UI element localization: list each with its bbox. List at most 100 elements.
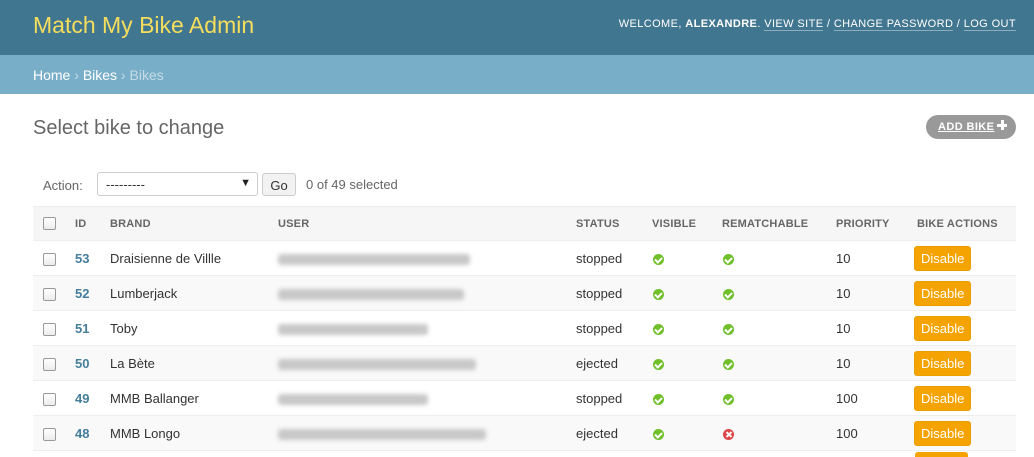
- bike-id-link[interactable]: 53: [75, 251, 89, 266]
- breadcrumb-current: Bikes: [129, 67, 164, 83]
- brand-cell: Draisienne de Villle: [110, 240, 278, 276]
- column-header-visible[interactable]: Visible: [652, 206, 722, 241]
- table-body: 53 Draisienne de Villle stopped 10 Disab…: [33, 240, 1016, 451]
- disable-button[interactable]: Disable: [914, 245, 972, 271]
- view-site-link[interactable]: View site: [764, 18, 824, 31]
- priority-cell: 100: [836, 380, 917, 416]
- breadcrumb-separator: ›: [117, 67, 130, 83]
- bike-actions-cell: Disable: [914, 345, 1016, 381]
- bike-actions-cell: Disable: [914, 240, 1016, 276]
- table-header-row: ID Brand User Status Visible Rematchable…: [33, 206, 1016, 241]
- action-selected-option: ---------: [106, 177, 145, 192]
- yes-icon: [653, 253, 664, 265]
- bike-id-link[interactable]: 48: [75, 426, 89, 441]
- table-row: 52 Lumberjack stopped 10 Disable: [33, 275, 1016, 311]
- row-check-cell: [33, 240, 75, 276]
- bike-id-link[interactable]: 49: [75, 391, 89, 406]
- yes-icon: [653, 393, 664, 405]
- disable-button[interactable]: Disable: [914, 280, 972, 306]
- user-cell: [278, 310, 576, 346]
- bike-actions-cell: Disable: [914, 275, 1016, 311]
- breadcrumb-app[interactable]: Bikes: [83, 67, 117, 83]
- username: alexandre: [685, 18, 758, 30]
- rematchable-cell: [722, 380, 836, 416]
- column-header-priority[interactable]: Priority: [836, 206, 917, 241]
- visible-cell: [652, 275, 722, 311]
- row-checkbox[interactable]: [43, 427, 56, 441]
- yes-icon: [723, 358, 734, 370]
- user-cell: [278, 275, 576, 311]
- rematchable-cell: [722, 415, 836, 451]
- row-check-cell: [33, 310, 75, 346]
- select-all-checkbox[interactable]: [43, 217, 56, 230]
- priority-cell: 10: [836, 345, 917, 381]
- site-title[interactable]: Match My Bike Admin: [33, 12, 254, 39]
- rematchable-cell: [722, 275, 836, 311]
- yes-icon: [723, 393, 734, 405]
- no-icon: [723, 428, 734, 440]
- id-cell: 49: [75, 380, 110, 416]
- column-header-id[interactable]: ID: [75, 206, 110, 241]
- column-header-bike-actions: Bike actions: [917, 206, 1016, 241]
- bike-id-link[interactable]: 52: [75, 286, 89, 301]
- go-button[interactable]: Go: [262, 173, 296, 196]
- header: Match My Bike Admin Welcome, alexandre. …: [0, 0, 1034, 55]
- results-table: ID Brand User Status Visible Rematchable…: [33, 206, 1016, 451]
- column-header-status[interactable]: Status: [576, 206, 652, 241]
- disable-button[interactable]: Disable: [914, 385, 972, 411]
- bike-id-link[interactable]: 50: [75, 356, 89, 371]
- row-checkbox[interactable]: [43, 392, 56, 406]
- yes-icon: [723, 288, 734, 300]
- disable-button[interactable]: Disable: [914, 350, 972, 376]
- column-header-rematchable[interactable]: Rematchable: [722, 206, 836, 241]
- table-row: 53 Draisienne de Villle stopped 10 Disab…: [33, 240, 1016, 276]
- add-bike-button[interactable]: Add bike: [926, 115, 1016, 139]
- user-cell: [278, 240, 576, 276]
- user-cell: [278, 345, 576, 381]
- row-checkbox[interactable]: [43, 322, 56, 336]
- status-cell: ejected: [576, 415, 652, 451]
- redacted-user: [278, 358, 476, 370]
- add-bike-label: Add bike: [938, 121, 995, 133]
- status-cell: stopped: [576, 275, 652, 311]
- brand-cell: Lumberjack: [110, 275, 278, 311]
- bike-id-link[interactable]: 51: [75, 321, 89, 336]
- bike-actions-cell: Disable: [914, 380, 1016, 416]
- rematchable-cell: [722, 310, 836, 346]
- disable-button-partial[interactable]: [915, 452, 968, 457]
- priority-cell: 10: [836, 275, 917, 311]
- breadcrumb: Home › Bikes › Bikes: [0, 55, 1034, 94]
- column-header-user[interactable]: User: [278, 206, 576, 241]
- column-header-brand[interactable]: Brand: [110, 206, 278, 241]
- yes-icon: [653, 288, 664, 300]
- action-select[interactable]: --------- ▼: [97, 172, 258, 196]
- separator: /: [823, 18, 834, 30]
- priority-cell: 10: [836, 240, 917, 276]
- status-cell: stopped: [576, 310, 652, 346]
- user-tools: Welcome, alexandre. View site / Change p…: [618, 18, 1016, 31]
- yes-icon: [653, 323, 664, 335]
- change-password-link[interactable]: Change password: [833, 18, 954, 31]
- id-cell: 48: [75, 415, 110, 451]
- row-checkbox[interactable]: [43, 287, 56, 301]
- user-cell: [278, 380, 576, 416]
- breadcrumb-home[interactable]: Home: [33, 67, 70, 83]
- table-row: 50 La Bète ejected 10 Disable: [33, 345, 1016, 381]
- welcome-text: Welcome,: [618, 18, 686, 30]
- yes-icon: [723, 253, 734, 265]
- visible-cell: [652, 415, 722, 451]
- yes-icon: [653, 358, 664, 370]
- status-cell: ejected: [576, 345, 652, 381]
- row-checkbox[interactable]: [43, 252, 56, 266]
- row-check-cell: [33, 415, 75, 451]
- id-cell: 51: [75, 310, 110, 346]
- table-row: 48 MMB Longo ejected 100 Disable: [33, 415, 1016, 451]
- row-checkbox[interactable]: [43, 357, 56, 371]
- disable-button[interactable]: Disable: [914, 315, 972, 341]
- breadcrumb-separator: ›: [70, 67, 83, 83]
- log-out-link[interactable]: Log out: [963, 18, 1016, 31]
- disable-button[interactable]: Disable: [914, 420, 972, 446]
- status-cell: stopped: [576, 380, 652, 416]
- action-label: Action:: [43, 178, 83, 193]
- brand-cell: MMB Longo: [110, 415, 278, 451]
